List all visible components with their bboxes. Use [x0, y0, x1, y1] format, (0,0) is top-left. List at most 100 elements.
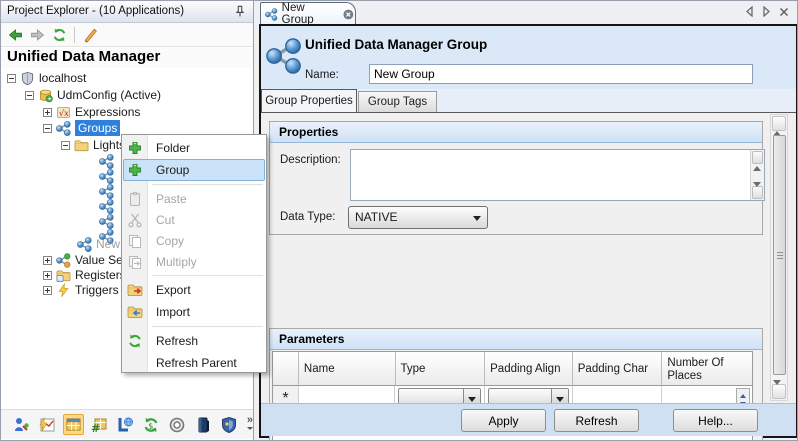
- table-app-icon-selected[interactable]: [63, 414, 84, 435]
- shield-app-icon[interactable]: [219, 414, 240, 435]
- scroll-up-icon[interactable]: [772, 116, 786, 131]
- edit-button[interactable]: [81, 26, 99, 44]
- expand-icon[interactable]: [43, 256, 52, 265]
- scroll-up-icon[interactable]: [752, 151, 763, 164]
- tree-item-groups[interactable]: Groups: [43, 120, 120, 136]
- expand-icon[interactable]: [43, 286, 52, 295]
- menu-item-export[interactable]: Export: [122, 279, 266, 301]
- share-icon: [99, 199, 114, 214]
- collapse-icon[interactable]: [25, 91, 34, 100]
- tree-item-localhost[interactable]: localhost: [7, 70, 86, 86]
- register-icon: [56, 268, 71, 283]
- svg-text:#: #: [91, 422, 100, 434]
- group-share-icon: [266, 38, 302, 74]
- forward-button[interactable]: [28, 26, 46, 44]
- menu-item-refresh[interactable]: Refresh: [122, 330, 266, 352]
- menu-item-folder[interactable]: Folder: [122, 137, 266, 159]
- scroll-down-icon[interactable]: [772, 384, 786, 399]
- explorer-header: Unified Data Manager: [1, 48, 253, 68]
- help-button[interactable]: Help...: [673, 409, 758, 432]
- document-title: Unified Data Manager Group: [305, 37, 487, 52]
- menu-item-group[interactable]: Group: [122, 159, 266, 181]
- spin-up-icon[interactable]: [737, 389, 749, 398]
- server-shield-icon: [20, 71, 35, 86]
- explorer-toolbar: [1, 23, 253, 47]
- scroll-tabs-left-icon[interactable]: [745, 6, 754, 17]
- copy-icon: [127, 233, 143, 249]
- scroll-tabs-right-icon[interactable]: [762, 6, 771, 17]
- name-input[interactable]: [369, 64, 753, 84]
- user-tool-app-icon[interactable]: [11, 414, 32, 435]
- menu-item-refresh-parent[interactable]: Refresh Parent: [122, 352, 266, 374]
- scroll-down-icon[interactable]: [752, 186, 763, 199]
- expand-icon[interactable]: [43, 271, 52, 280]
- tree-item-lights-folder[interactable]: Lights: [61, 137, 125, 153]
- lightning-icon: [56, 283, 71, 298]
- tree-item-group-child[interactable]: [95, 198, 118, 214]
- share-icon: [77, 237, 92, 252]
- svg-text:$: $: [149, 421, 154, 430]
- book-app-icon[interactable]: [193, 414, 214, 435]
- refresh-button[interactable]: Refresh: [554, 409, 639, 432]
- column-header-name[interactable]: Name: [299, 352, 396, 386]
- database-icon: [38, 88, 53, 103]
- apply-button[interactable]: Apply: [461, 409, 546, 432]
- content-scrollbar[interactable]: [770, 114, 788, 401]
- menu-item-cut: Cut: [122, 209, 266, 230]
- globe-l-app-icon[interactable]: [115, 414, 136, 435]
- document-tab-new-group[interactable]: New Group: [260, 2, 356, 25]
- column-header-number-of-places[interactable]: Number Of Places: [662, 352, 752, 386]
- menu-item-import[interactable]: Import: [122, 301, 266, 323]
- import-folder-icon: [127, 304, 143, 320]
- scrollbar-thumb[interactable]: [773, 135, 786, 375]
- thumb-grip: [777, 252, 783, 253]
- document-tab-strip: New Group: [254, 1, 797, 25]
- tab-close-icon[interactable]: [342, 8, 355, 21]
- currency-refresh-app-icon[interactable]: $: [141, 414, 162, 435]
- column-header-padding-char[interactable]: Padding Char: [573, 352, 663, 386]
- paste-icon: [127, 191, 143, 207]
- lens-app-icon[interactable]: [167, 414, 188, 435]
- tab-group-tags[interactable]: Group Tags: [358, 91, 437, 112]
- splitter-handle[interactable]: [1, 401, 253, 409]
- context-menu: Folder Group Paste Cut Copy Multiply Exp…: [121, 134, 267, 373]
- tree-item-triggers[interactable]: Triggers: [43, 282, 119, 298]
- column-header-type[interactable]: Type: [396, 352, 486, 386]
- menu-item-copy: Copy: [122, 230, 266, 251]
- overflow-chevron[interactable]: »: [247, 417, 253, 433]
- tree-item-group-child[interactable]: [95, 183, 118, 199]
- share-icon: [99, 214, 114, 229]
- collapse-icon[interactable]: [43, 124, 52, 133]
- tree-item-expressions[interactable]: Expressions: [43, 104, 140, 120]
- back-button[interactable]: [6, 26, 24, 44]
- grid-corner-cell: [273, 352, 299, 386]
- section-tabs: Group Properties Group Tags: [261, 89, 796, 112]
- tree-item-udmconfig[interactable]: UdmConfig (Active): [25, 87, 161, 103]
- document-header: Unified Data Manager Group Name:: [261, 26, 796, 89]
- expand-icon[interactable]: [43, 108, 52, 117]
- add-icon: [127, 162, 143, 178]
- tree-item-group-child[interactable]: [95, 168, 118, 184]
- tree-item-value-sets[interactable]: Value Sets: [43, 252, 132, 268]
- data-type-combobox[interactable]: NATIVE: [348, 206, 488, 229]
- column-header-padding-align[interactable]: Padding Align: [485, 352, 573, 386]
- expression-icon: [56, 105, 71, 120]
- selected-tree-label[interactable]: Groups: [75, 120, 120, 136]
- tree-item-registers[interactable]: Registers: [43, 267, 126, 283]
- application-window: Project Explorer - (10 Applications) Uni…: [0, 0, 798, 441]
- tree-item-group-child[interactable]: [95, 213, 118, 229]
- description-textarea[interactable]: [351, 150, 750, 200]
- pin-icon[interactable]: [233, 5, 247, 19]
- export-folder-icon: [127, 282, 143, 298]
- menu-item-paste: Paste: [122, 188, 266, 209]
- tree-item-group-child[interactable]: [95, 153, 118, 169]
- description-scrollbar[interactable]: [750, 150, 764, 200]
- close-document-icon[interactable]: [779, 7, 789, 17]
- tab-group-properties[interactable]: Group Properties: [261, 89, 357, 112]
- collapse-icon[interactable]: [7, 74, 16, 83]
- collapse-icon[interactable]: [61, 141, 70, 150]
- table-hash-app-icon[interactable]: #: [89, 414, 110, 435]
- share-icon: [265, 8, 278, 21]
- trigger-chart-app-icon[interactable]: [37, 414, 58, 435]
- refresh-button[interactable]: [50, 26, 68, 44]
